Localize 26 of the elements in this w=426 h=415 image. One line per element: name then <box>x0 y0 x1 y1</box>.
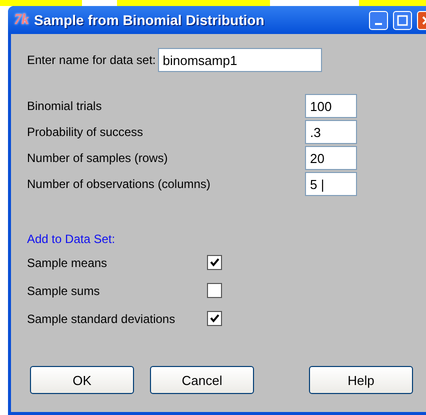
input-field[interactable]: .3 <box>305 120 357 144</box>
input-field[interactable]: binomsamp1 <box>158 48 322 72</box>
checkbox-label: Sample means <box>27 256 108 270</box>
field-label: Enter name for data set: <box>27 53 156 67</box>
field-label: Number of samples (rows) <box>27 151 169 165</box>
field-label: Binomial trials <box>27 99 103 113</box>
checkbox-label: Sample sums <box>27 284 101 298</box>
input-field[interactable]: 5 | <box>305 172 357 196</box>
section-heading: Add to Data Set: <box>27 232 116 246</box>
minimize-icon <box>375 23 382 25</box>
checkbox[interactable] <box>207 311 222 326</box>
dialog-button[interactable]: Cancel <box>150 366 254 394</box>
dialog-button[interactable]: OK <box>30 366 134 394</box>
dialog-button[interactable]: Help <box>309 366 413 394</box>
minimize-button[interactable] <box>369 10 388 30</box>
maximize-icon <box>397 14 408 26</box>
checkbox[interactable] <box>207 255 222 270</box>
input-field[interactable]: 100 <box>305 94 357 118</box>
field-label: Number of observations (columns) <box>27 177 212 191</box>
window-title: Sample from Binomial Distribution <box>34 12 266 28</box>
maximize-button[interactable] <box>393 10 412 30</box>
field-label: Probability of success <box>27 125 144 139</box>
checkbox-label: Sample standard deviations <box>27 312 176 326</box>
checkbox[interactable] <box>207 283 222 298</box>
input-field[interactable]: 20 <box>305 146 357 170</box>
app-icon: 7k <box>14 12 29 28</box>
